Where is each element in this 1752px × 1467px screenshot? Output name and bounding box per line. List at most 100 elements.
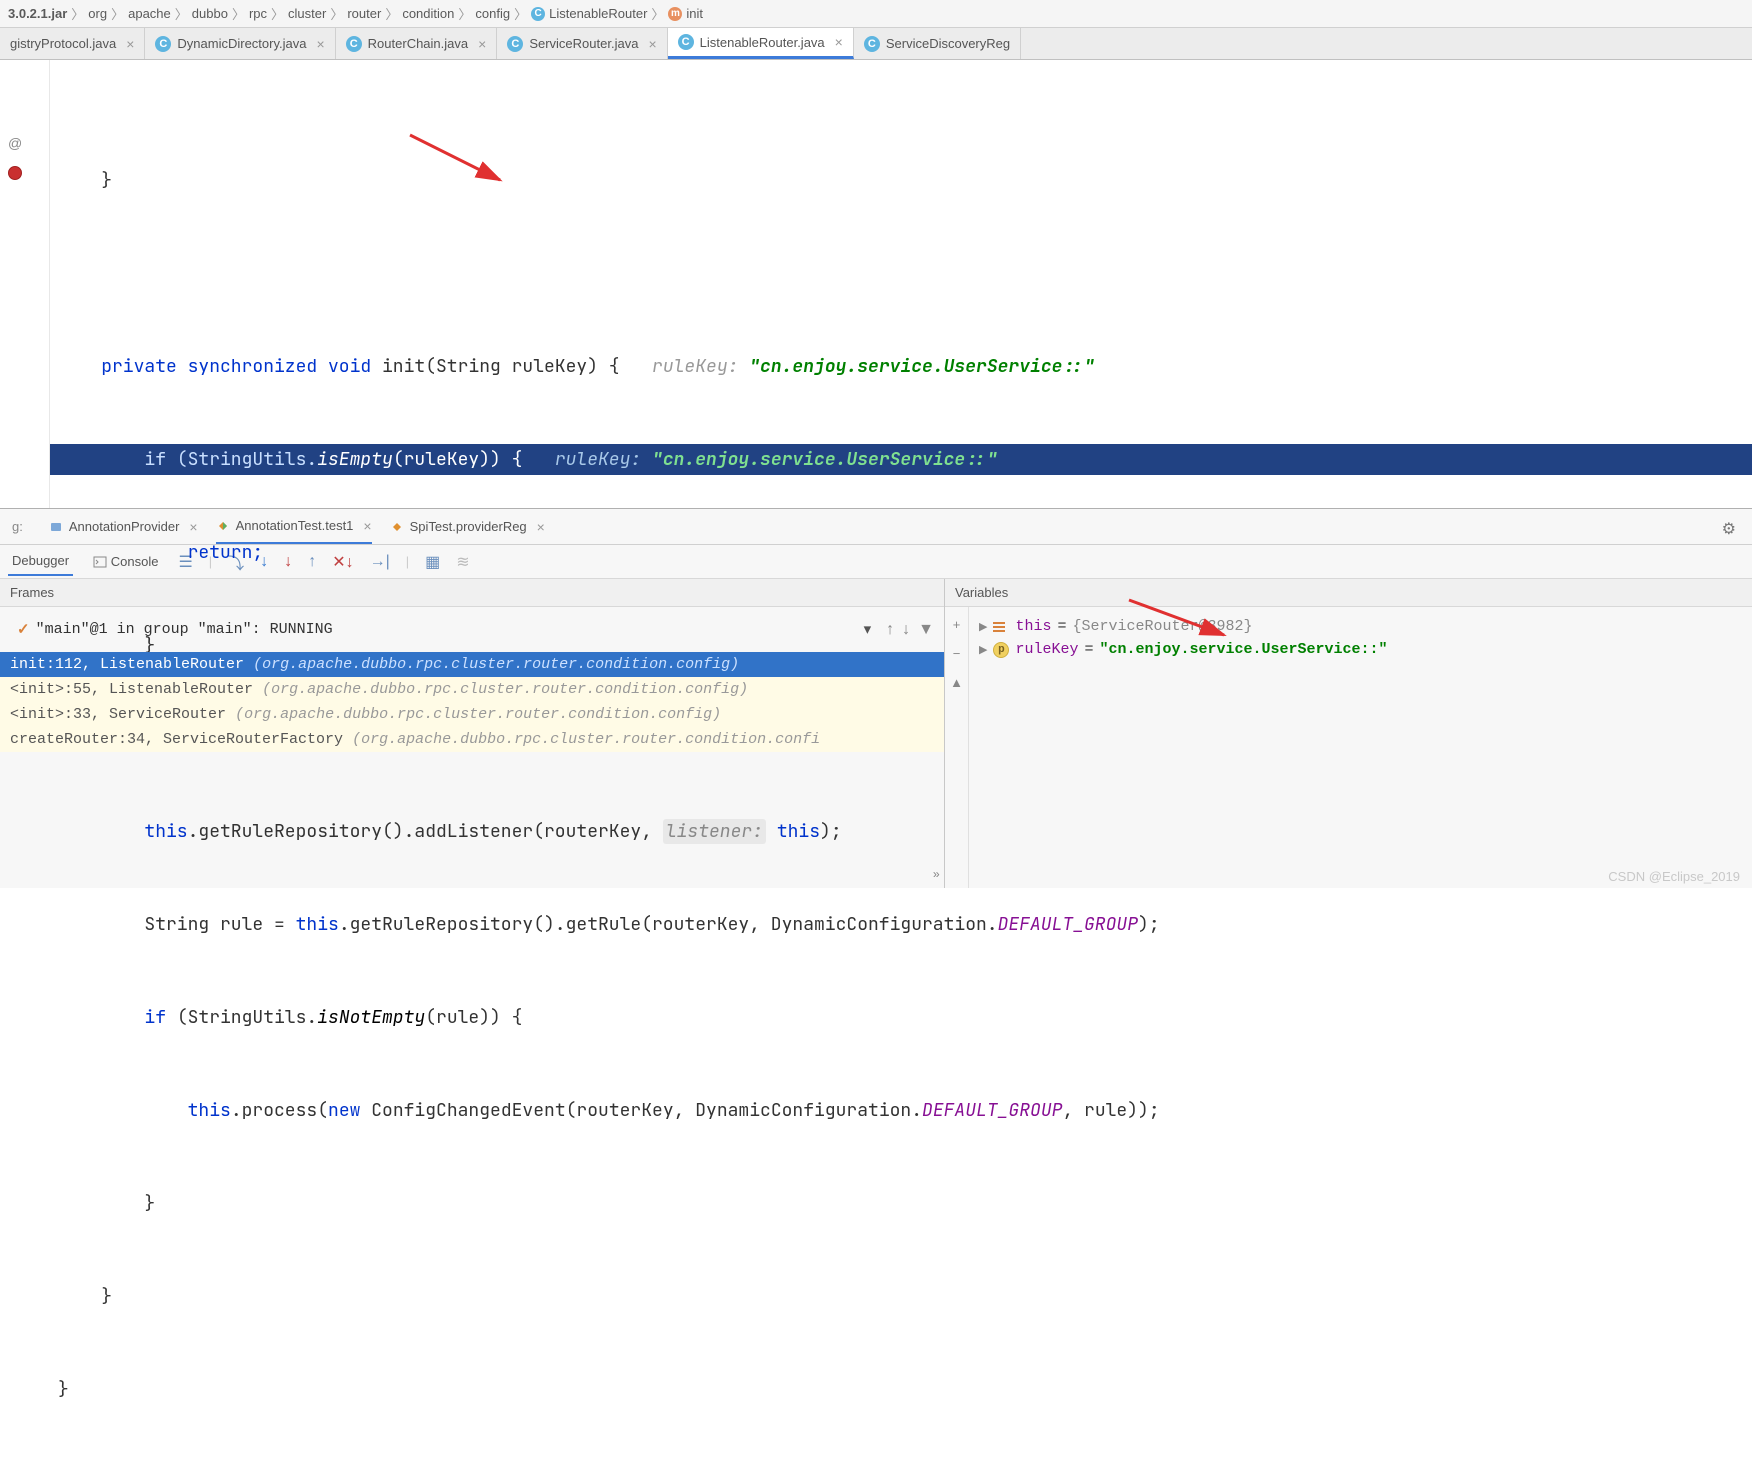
editor-gutter[interactable]: @ <box>0 60 50 508</box>
expand-icon[interactable]: ▶ <box>979 620 987 634</box>
code-line[interactable]: } <box>50 165 1752 196</box>
object-icon <box>993 622 1009 632</box>
run-tab-spi-test[interactable]: SpiTest.providerReg × <box>390 509 545 544</box>
run-config-icon <box>49 520 63 534</box>
variables-header: Variables <box>945 579 1752 607</box>
breadcrumb-item[interactable]: condition <box>402 6 454 21</box>
run-tab-annotation-provider[interactable]: AnnotationProvider × <box>49 509 198 544</box>
chevron-icon: 〉 <box>385 4 398 23</box>
tab-label: ServiceDiscoveryReg <box>886 36 1010 51</box>
close-icon[interactable]: × <box>537 519 545 535</box>
run-config-tabs: g: AnnotationProvider × AnnotationTest.t… <box>0 509 1752 545</box>
close-icon[interactable]: × <box>363 518 371 534</box>
run-tab-annotation-test[interactable]: AnnotationTest.test1 × <box>216 509 372 544</box>
close-icon[interactable]: × <box>316 36 324 52</box>
tab-service-router[interactable]: C ServiceRouter.java × <box>497 28 667 59</box>
chevron-icon: 〉 <box>175 4 188 23</box>
var-name: ruleKey <box>1015 641 1078 658</box>
class-icon: C <box>678 34 694 50</box>
chevron-icon: 〉 <box>458 4 471 23</box>
watermark: CSDN @Eclipse_2019 <box>1608 869 1740 884</box>
tab-label: gistryProtocol.java <box>10 36 116 51</box>
breadcrumb-item[interactable]: router <box>347 6 381 21</box>
tab-label: RouterChain.java <box>368 36 468 51</box>
var-value: "cn.enjoy.service.UserService::" <box>1100 641 1388 658</box>
expand-icon[interactable]: » <box>933 868 940 882</box>
chevron-icon: 〉 <box>232 4 245 23</box>
tab-registry-protocol[interactable]: gistryProtocol.java × <box>0 28 145 59</box>
variable-row[interactable]: ▶ p ruleKey = "cn.enjoy.service.UserServ… <box>975 638 1746 661</box>
breadcrumb-item[interactable]: minit <box>668 6 703 21</box>
breadcrumb-item[interactable]: dubbo <box>192 6 228 21</box>
chevron-icon: 〉 <box>271 4 284 23</box>
class-icon: C <box>864 36 880 52</box>
code-line-current[interactable]: if (StringUtils.isEmpty(ruleKey)) { rule… <box>50 444 1752 475</box>
stack-frame[interactable]: init:112, ListenableRouter (org.apache.d… <box>0 652 944 677</box>
close-icon[interactable]: × <box>126 36 134 52</box>
code-line[interactable]: } <box>50 1188 1752 1219</box>
method-icon: m <box>668 7 682 21</box>
breadcrumb-item[interactable]: org <box>88 6 107 21</box>
run-tab-label: AnnotationProvider <box>69 519 180 534</box>
test-config-icon <box>390 520 404 534</box>
chevron-icon: 〉 <box>514 4 527 23</box>
code-line[interactable]: this.process(new ConfigChangedEvent(rout… <box>50 1095 1752 1126</box>
expand-icon[interactable]: ▶ <box>979 643 987 657</box>
stack-frame[interactable]: createRouter:34, ServiceRouterFactory (o… <box>0 727 944 752</box>
tab-label: ListenableRouter.java <box>700 35 825 50</box>
code-line[interactable]: String rule = this.getRuleRepository().g… <box>50 909 1752 940</box>
chevron-icon: 〉 <box>111 4 124 23</box>
code-line[interactable]: if (StringUtils.isNotEmpty(rule)) { <box>50 1002 1752 1033</box>
stack-list[interactable]: init:112, ListenableRouter (org.apache.d… <box>0 652 944 888</box>
tab-dynamic-directory[interactable]: C DynamicDirectory.java × <box>145 28 335 59</box>
close-icon[interactable]: × <box>835 34 843 50</box>
close-icon[interactable]: × <box>648 36 656 52</box>
code-area[interactable]: } private synchronized void init(String … <box>50 60 1752 508</box>
class-icon: C <box>507 36 523 52</box>
close-icon[interactable]: × <box>478 36 486 52</box>
var-value: {ServiceRouter@3982} <box>1073 618 1253 635</box>
parameter-icon: p <box>993 642 1009 658</box>
class-icon: C <box>531 7 545 21</box>
breadcrumb-item[interactable]: CListenableRouter <box>531 6 647 21</box>
breadcrumb-item[interactable]: rpc <box>249 6 267 21</box>
chevron-icon: 〉 <box>651 4 664 23</box>
stack-frame[interactable]: <init>:55, ListenableRouter (org.apache.… <box>0 677 944 702</box>
tab-router-chain[interactable]: C RouterChain.java × <box>336 28 498 59</box>
variables-list[interactable]: ▶ this = {ServiceRouter@3982} ▶ p ruleKe… <box>969 607 1752 888</box>
code-line[interactable] <box>50 258 1752 289</box>
remove-watch-icon[interactable]: − <box>953 646 961 661</box>
test-config-icon <box>216 519 230 533</box>
run-label: g: <box>12 519 23 534</box>
variable-row[interactable]: ▶ this = {ServiceRouter@3982} <box>975 615 1746 638</box>
breadcrumb: 3.0.2.1.jar 〉 org 〉 apache 〉 dubbo 〉 rpc… <box>0 0 1752 28</box>
tab-listenable-router[interactable]: C ListenableRouter.java × <box>668 28 854 59</box>
tab-label: ServiceRouter.java <box>529 36 638 51</box>
tab-label: DynamicDirectory.java <box>177 36 306 51</box>
up-icon[interactable]: ▲ <box>950 675 963 690</box>
breadcrumb-item[interactable]: cluster <box>288 6 326 21</box>
breadcrumb-item[interactable]: config <box>475 6 510 21</box>
breakpoint-icon[interactable] <box>8 166 24 182</box>
editor-tabs: gistryProtocol.java × C DynamicDirectory… <box>0 28 1752 60</box>
code-editor[interactable]: @ } private synchronized void init(Strin… <box>0 60 1752 508</box>
stack-frame[interactable]: <init>:33, ServiceRouter (org.apache.dub… <box>0 702 944 727</box>
tab-service-discovery-reg[interactable]: C ServiceDiscoveryReg <box>854 28 1021 59</box>
breadcrumb-item[interactable]: apache <box>128 6 171 21</box>
breadcrumb-item[interactable]: 3.0.2.1.jar <box>8 6 67 21</box>
chevron-icon: 〉 <box>330 4 343 23</box>
chevron-icon: 〉 <box>71 4 84 23</box>
variables-panel: Variables + − ▲ ▶ this = <box>945 579 1752 888</box>
run-tab-label: SpiTest.providerReg <box>410 519 527 534</box>
class-icon: C <box>155 36 171 52</box>
gear-icon[interactable]: ⚙ <box>1722 519 1736 539</box>
code-line[interactable]: private synchronized void init(String ru… <box>50 351 1752 382</box>
override-icon[interactable]: @ <box>8 135 24 151</box>
run-tab-label: AnnotationTest.test1 <box>236 518 354 533</box>
add-watch-icon[interactable]: + <box>953 617 961 632</box>
class-icon: C <box>346 36 362 52</box>
code-line[interactable]: } <box>50 1374 1752 1405</box>
code-line[interactable]: } <box>50 1281 1752 1312</box>
close-icon[interactable]: × <box>189 519 197 535</box>
check-icon: ✓ <box>17 620 30 639</box>
